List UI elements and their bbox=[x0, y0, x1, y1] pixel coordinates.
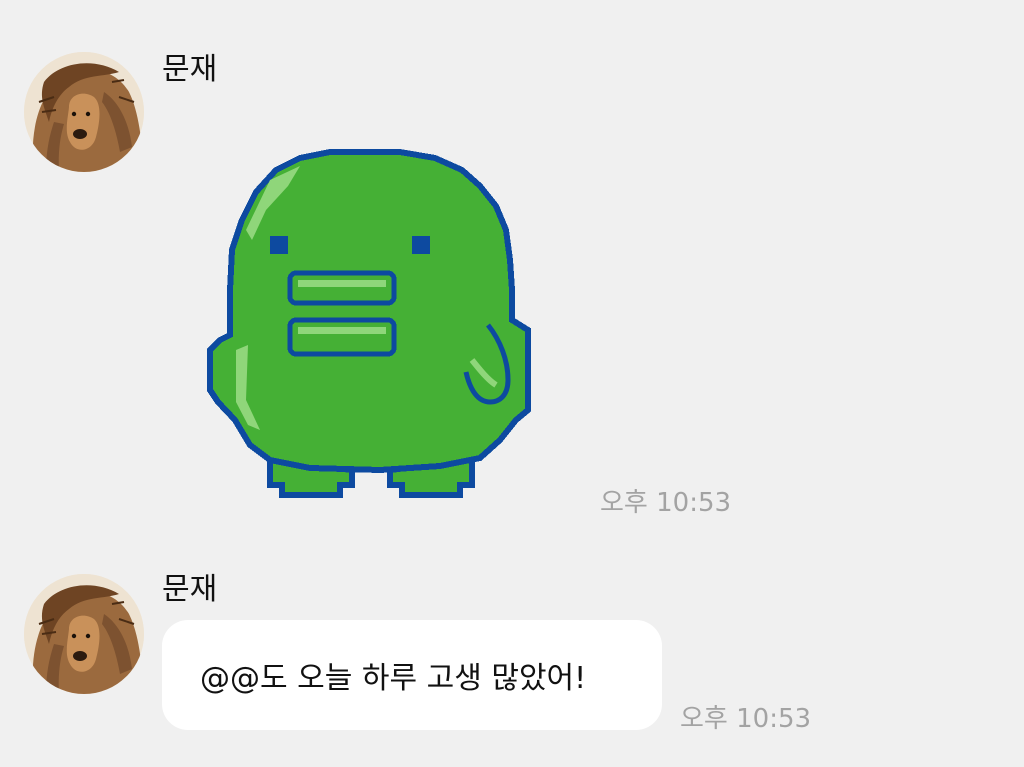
message-timestamp: 오후 10:53 bbox=[600, 488, 732, 518]
chat-room: 문재 오후 10:53 문재 @@도 오늘 하루 고생 많았어! 오후 10:5… bbox=[0, 0, 1024, 767]
message-timestamp: 오후 10:53 bbox=[680, 704, 812, 734]
message-bubble[interactable]: @@도 오늘 하루 고생 많았어! bbox=[162, 620, 662, 730]
sender-name: 문재 bbox=[162, 52, 218, 87]
avatar[interactable] bbox=[24, 52, 144, 172]
emoticon-sticker[interactable] bbox=[200, 140, 540, 520]
message-text: 문재 @@도 오늘 하루 고생 많았어! 오후 10:53 bbox=[0, 540, 1024, 767]
sender-name: 문재 bbox=[162, 572, 218, 607]
green-pixel-bird-icon bbox=[207, 149, 531, 498]
avatar[interactable] bbox=[24, 574, 144, 694]
message-text: @@도 오늘 하루 고생 많았어! bbox=[200, 661, 587, 696]
message-emoticon: 문재 오후 10:53 bbox=[0, 0, 1024, 540]
avatar-image bbox=[24, 574, 144, 694]
avatar-image bbox=[24, 52, 144, 172]
